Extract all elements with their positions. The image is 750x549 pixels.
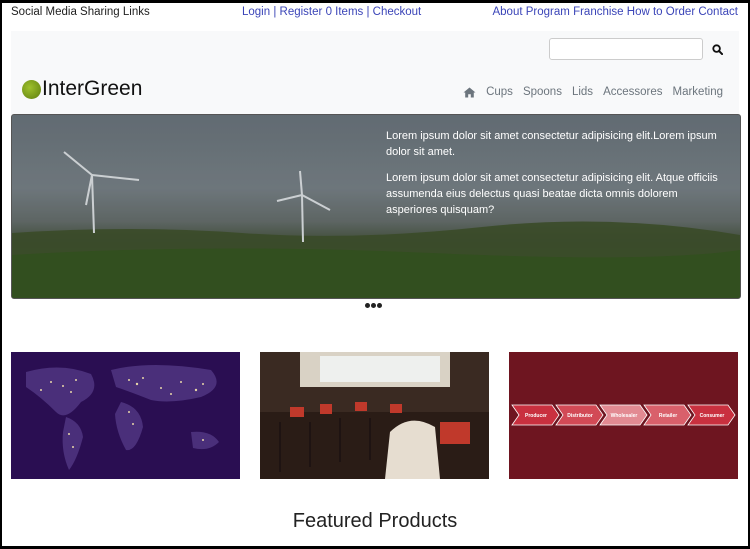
cafe-tile[interactable]	[260, 352, 489, 479]
hero-paragraph-1: Lorem ipsum dolor sit amet consectetur a…	[386, 130, 717, 158]
nav-home[interactable]	[463, 87, 476, 98]
chain-step-retailer: Retailer	[659, 413, 677, 419]
how-to-order-link[interactable]: How to Order	[627, 6, 695, 18]
nav-cups[interactable]: Cups	[486, 86, 513, 98]
carousel-dot-3[interactable]	[377, 303, 382, 308]
supply-chain-tile[interactable]: Producer Distributor Wholesaler Retailer…	[509, 352, 738, 479]
nav-accessores[interactable]: Accessores	[603, 86, 662, 98]
page: Social Media Sharing Links Login | Regis…	[2, 3, 748, 546]
featured-products-heading: Featured Products	[292, 510, 458, 532]
carousel-dot-2[interactable]	[371, 303, 376, 308]
supply-chain-image: Producer Distributor Wholesaler Retailer…	[509, 352, 738, 479]
nav-lids[interactable]: Lids	[572, 86, 593, 98]
program-link[interactable]: Program	[526, 6, 570, 18]
hero-carousel[interactable]: Lorem ipsum dolor sit amet consectetur a…	[11, 114, 741, 299]
contact-link[interactable]: Contact	[698, 6, 738, 18]
chain-step-distributor: Distributor	[567, 413, 593, 419]
cart-items-link[interactable]: 0 Items	[326, 6, 364, 18]
carousel-indicators	[365, 303, 383, 308]
world-map-tile[interactable]	[11, 352, 240, 479]
nav-marketing[interactable]: Marketing	[673, 86, 724, 98]
chain-step-consumer: Consumer	[700, 413, 725, 419]
hero-caption: Lorem ipsum dolor sit amet consectetur a…	[386, 128, 726, 228]
search-icon	[711, 43, 723, 55]
register-link[interactable]: Register	[280, 6, 323, 18]
info-links: About Program Franchise How to Order Con…	[492, 6, 738, 18]
franchise-link[interactable]: Franchise	[573, 6, 624, 18]
search-form	[549, 38, 727, 60]
site-header: InterGreen Cups Spoons Lids Accessores M…	[11, 31, 739, 115]
home-icon	[463, 87, 476, 97]
hero-paragraph-2: Lorem ipsum dolor sit amet consectetur a…	[386, 172, 718, 216]
top-bar: Social Media Sharing Links Login | Regis…	[2, 3, 748, 25]
search-input[interactable]	[549, 38, 703, 60]
brand-logo[interactable]: InterGreen	[22, 77, 142, 101]
world-lights-image	[11, 352, 240, 479]
cafe-interior-image	[260, 352, 489, 479]
social-links-text: Social Media Sharing Links	[11, 6, 150, 18]
account-links: Login | Register 0 Items | Checkout	[242, 6, 422, 18]
leaf-logo-icon	[22, 79, 41, 99]
about-link[interactable]: About	[492, 6, 522, 18]
chain-step-wholesaler: Wholesaler	[611, 413, 638, 419]
checkout-link[interactable]: Checkout	[373, 6, 422, 18]
nav-spoons[interactable]: Spoons	[523, 86, 562, 98]
brand-name: InterGreen	[42, 77, 143, 100]
login-link[interactable]: Login	[242, 6, 270, 18]
chain-step-producer: Producer	[525, 413, 547, 419]
carousel-dot-1[interactable]	[365, 303, 370, 308]
search-button[interactable]	[707, 39, 727, 59]
main-nav: Cups Spoons Lids Accessores Marketing	[463, 86, 723, 98]
